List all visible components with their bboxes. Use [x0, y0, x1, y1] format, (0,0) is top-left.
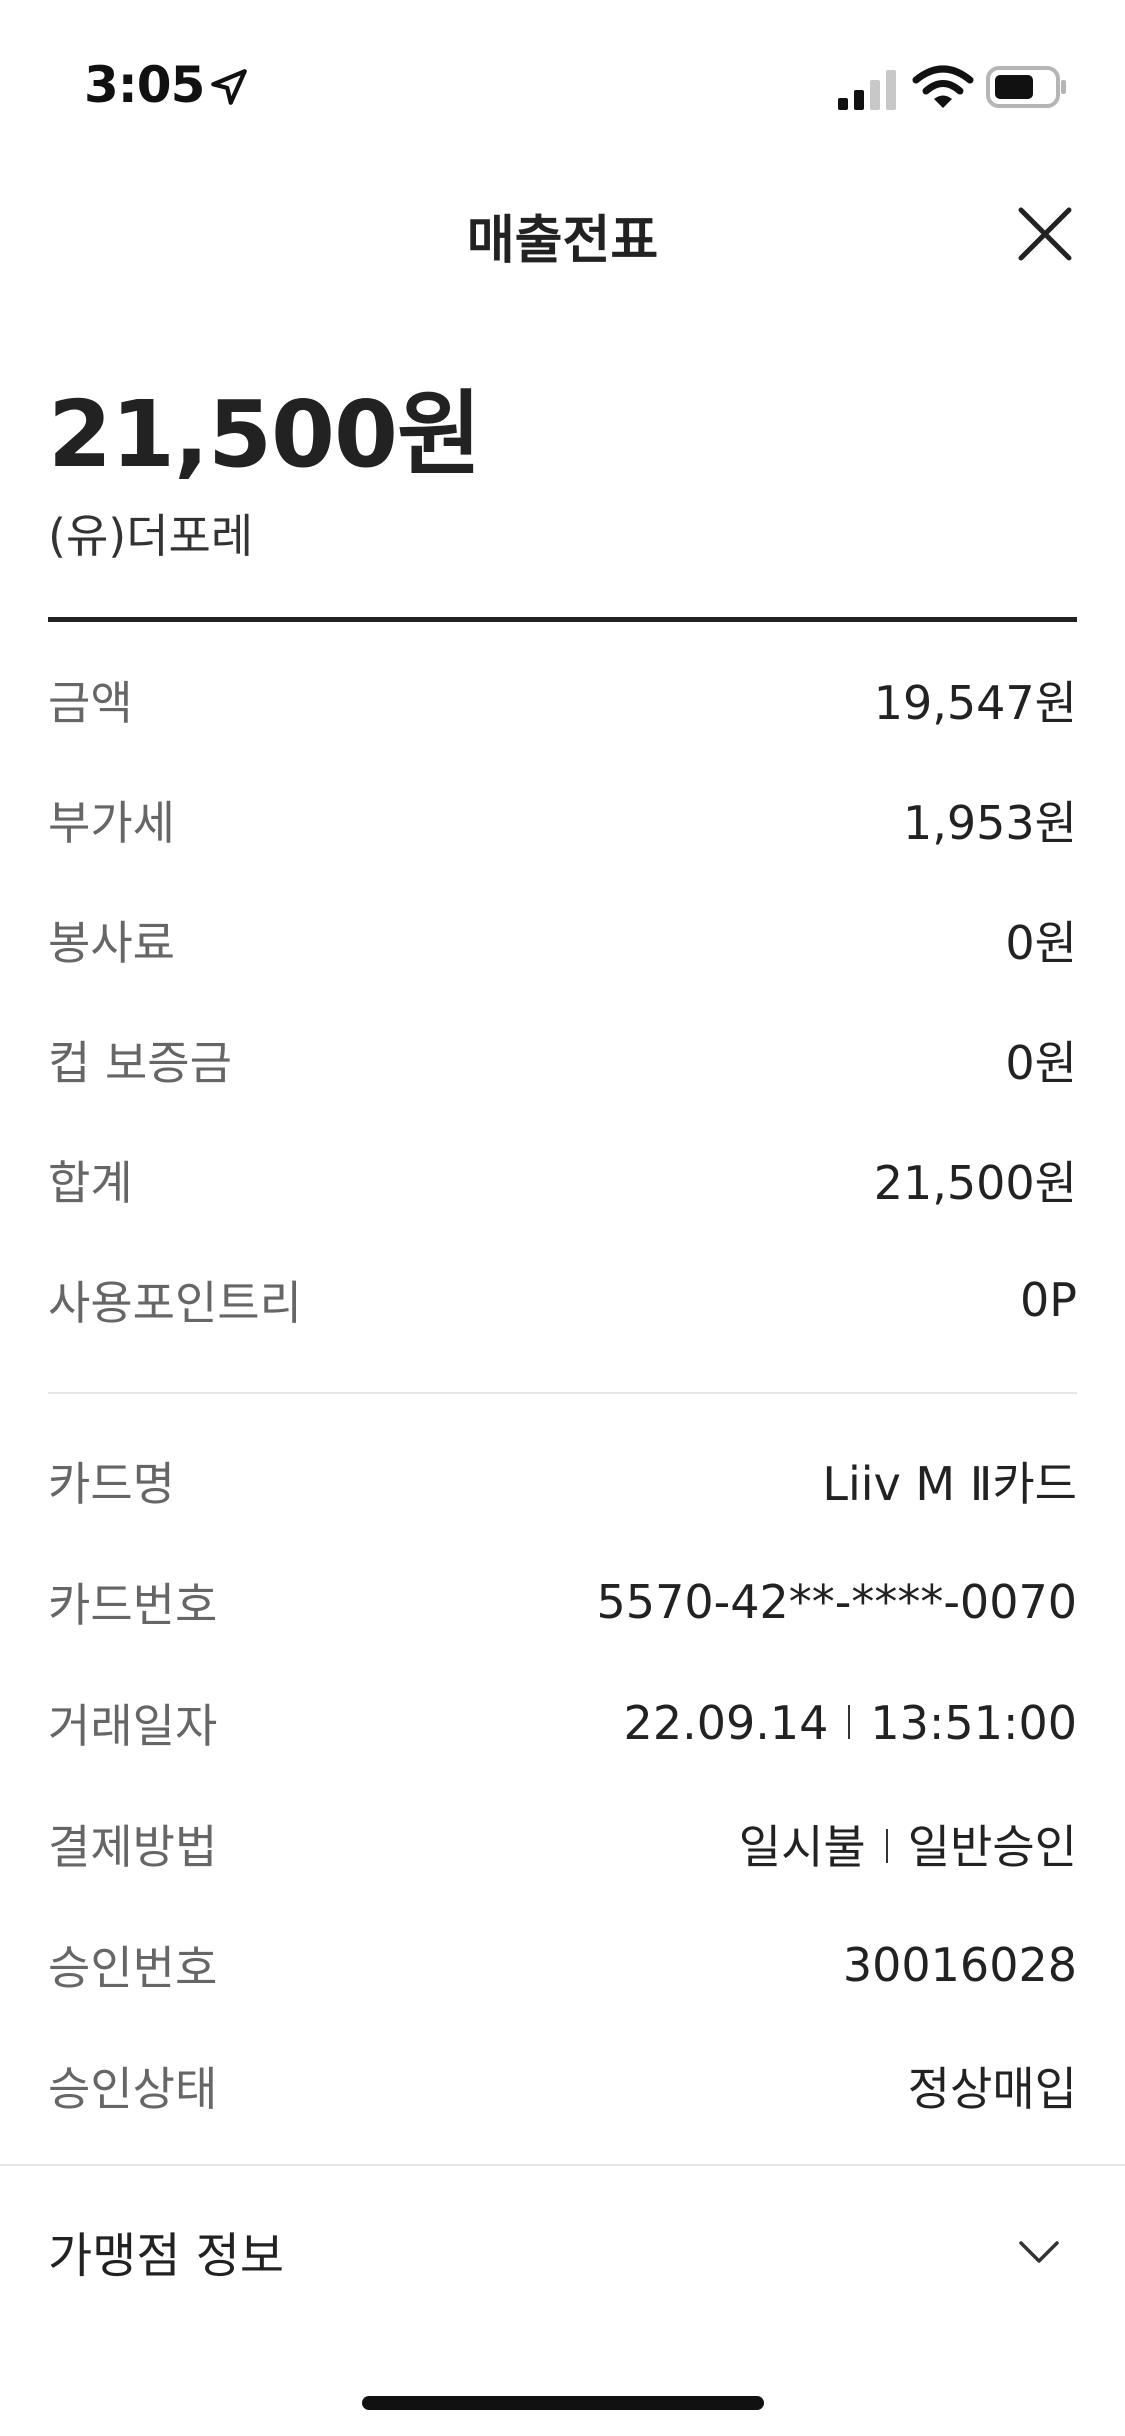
transaction-time: 13:51:00 [870, 1695, 1077, 1750]
row-label: 부가세 [48, 796, 175, 850]
row-card-name: 카드명 Liiv M Ⅱ카드 [48, 1420, 1077, 1541]
row-label: 승인상태 [48, 2061, 218, 2116]
transaction-date: 22.09.14 [623, 1695, 829, 1750]
row-transaction-date: 거래일자 22.09.14 13:51:00 [48, 1662, 1077, 1783]
wifi-icon [912, 65, 974, 108]
card-details: 카드명 Liiv M Ⅱ카드 카드번호 5570-42**-****-0070 … [48, 1420, 1077, 2146]
row-value: 1,953원 [902, 796, 1077, 850]
location-arrow-icon [211, 69, 247, 105]
row-card-number: 카드번호 5570-42**-****-0070 [48, 1541, 1077, 1662]
status-time: 3:05 [84, 56, 205, 114]
row-cup-deposit: 컵 보증금 0원 [48, 1000, 1077, 1120]
total-amount: 21,500원 [48, 381, 482, 488]
row-value: 19,547원 [873, 676, 1077, 730]
row-label: 카드명 [48, 1456, 175, 1511]
row-approval-number: 승인번호 30016028 [48, 1904, 1077, 2025]
row-payment-method: 결제방법 일시불 일반승인 [48, 1783, 1077, 1904]
merchant-info-toggle[interactable]: 가맹점 정보 [48, 2186, 1077, 2316]
summary-divider [48, 617, 1077, 622]
merchant-info-label: 가맹점 정보 [48, 2228, 285, 2284]
approval-type: 일반승인 [907, 1819, 1077, 1874]
value-separator [848, 1705, 851, 1739]
battery-icon [986, 66, 1066, 108]
row-value: 21,500원 [873, 1156, 1077, 1210]
payment-type: 일시불 [738, 1819, 866, 1874]
header: 매출전표 [0, 180, 1125, 290]
row-label: 거래일자 [48, 1698, 218, 1753]
merchant-info-divider [0, 2164, 1125, 2166]
row-value: 0원 [1005, 1036, 1077, 1090]
row-label: 금액 [48, 676, 133, 730]
row-label: 봉사료 [48, 916, 175, 970]
signal-icon [838, 70, 896, 110]
status-bar: 3:05 [0, 0, 1125, 140]
row-approval-status: 승인상태 정상매입 [48, 2025, 1077, 2146]
row-value: 30016028 [842, 1937, 1077, 1992]
row-value: 5570-42**-****-0070 [596, 1574, 1077, 1629]
row-label: 사용포인트리 [48, 1276, 302, 1330]
row-points-used: 사용포인트리 0P [48, 1240, 1077, 1360]
row-label: 카드번호 [48, 1577, 218, 1632]
row-value: 22.09.14 13:51:00 [624, 1696, 1077, 1750]
row-value: 정상매입 [907, 2061, 1077, 2116]
section-divider [48, 1392, 1077, 1394]
close-icon[interactable] [1013, 202, 1077, 266]
row-label: 합계 [48, 1156, 133, 1210]
row-value: 0원 [1005, 916, 1077, 970]
home-indicator[interactable] [362, 2396, 764, 2410]
page-title: 매출전표 [466, 211, 659, 271]
row-service-charge: 봉사료 0원 [48, 880, 1077, 1000]
row-value: 0P [1019, 1273, 1077, 1327]
row-vat: 부가세 1,953원 [48, 760, 1077, 880]
receipt-details: 금액 19,547원 부가세 1,953원 봉사료 0원 컵 보증금 0원 합계… [48, 640, 1077, 2146]
row-value: Liiv M Ⅱ카드 [822, 1456, 1077, 1511]
amount-breakdown: 금액 19,547원 부가세 1,953원 봉사료 0원 컵 보증금 0원 합계… [48, 640, 1077, 1360]
row-label: 결제방법 [48, 1819, 218, 1874]
value-separator [885, 1829, 888, 1863]
merchant-name: (유)더포레 [48, 509, 254, 563]
row-total: 합계 21,500원 [48, 1120, 1077, 1240]
row-amount: 금액 19,547원 [48, 640, 1077, 760]
row-value: 일시불 일반승인 [739, 1811, 1077, 1877]
chevron-down-icon [1019, 2241, 1059, 2263]
row-label: 승인번호 [48, 1940, 218, 1995]
row-label: 컵 보증금 [48, 1036, 232, 1090]
